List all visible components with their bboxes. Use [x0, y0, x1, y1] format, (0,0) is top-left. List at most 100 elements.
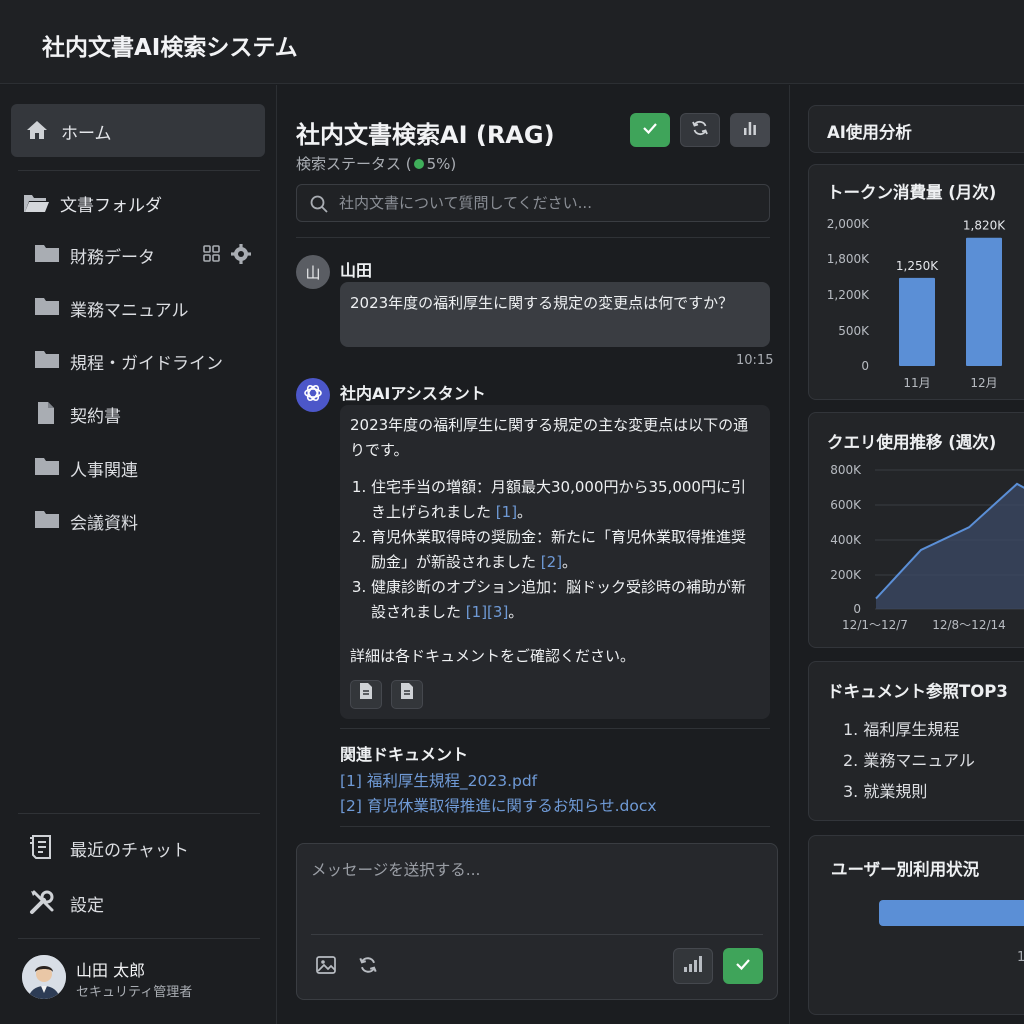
send-button[interactable]: [723, 948, 763, 984]
x-tick-label: 11月: [903, 376, 930, 390]
search-status: 検索ステータス ( 5%): [296, 153, 456, 174]
sidebar-item-manual[interactable]: 業務マニュアル: [34, 293, 264, 321]
sidebar-item-label: 規程・ガイドライン: [70, 354, 223, 374]
item-tail: 。: [508, 603, 524, 621]
top-bar: 社内文書AI検索システム: [0, 0, 1024, 84]
status-label: 検索ステータス (: [296, 155, 412, 173]
sidebar-item-contracts[interactable]: 契約書: [34, 399, 264, 427]
token-chart-card: トークン消費量 (月次) 0 500K 1,200K 1,800K 2,000K 1,25…: [808, 164, 1024, 400]
divider: [18, 813, 260, 814]
divider: [340, 826, 770, 827]
status-dot-icon: [413, 159, 424, 169]
regenerate-button[interactable]: [353, 952, 383, 982]
analytics-title: AI使用分析: [827, 123, 912, 142]
user-usage-card: ユーザー別利用状況 1: [808, 835, 1024, 1015]
divider: [18, 170, 260, 171]
sidebar-item-label: 契約書: [70, 407, 121, 427]
status-value: 5%): [426, 155, 457, 173]
y-tick-label: 800K: [830, 463, 862, 477]
folder-icon: [34, 242, 60, 268]
refresh-icon: [357, 954, 379, 980]
related-doc-link[interactable]: [2] 育児休業取得推進に関するお知らせ.docx: [340, 794, 657, 816]
signal-button[interactable]: [673, 948, 713, 984]
sidebar-item-label: ホーム: [61, 124, 112, 144]
ai-outro: 詳細は各ドキュメントをご確認ください。: [350, 647, 636, 665]
refresh-icon: [690, 118, 710, 142]
analytics-panel: AI使用分析 トークン消費量 (月次) 0 500K 1,200K 1,800K 2,0…: [791, 85, 1024, 1024]
sidebar: ホーム 文書フォルダ 財務データ 業務マニュアル 規程・ガイドライン 契約書 人…: [0, 85, 277, 1024]
sidebar-item-label: 文書フォルダ: [60, 196, 162, 216]
related-doc-link[interactable]: [1] 福利厚生規程_2023.pdf: [340, 769, 537, 791]
bar: [899, 277, 935, 366]
check-icon: [733, 954, 753, 978]
search-field[interactable]: [296, 184, 770, 222]
sidebar-item-label: 財務データ: [70, 248, 155, 268]
attach-image-button[interactable]: [311, 952, 341, 982]
file-icon: [34, 401, 60, 429]
message-input[interactable]: [311, 858, 761, 918]
ai-avatar: [296, 378, 330, 412]
refresh-button[interactable]: [680, 113, 720, 147]
token-bar-chart: 0 500K 1,200K 1,800K 2,000K 1,250K 11月 1,820K 12…: [827, 217, 1006, 390]
data-label: 1,250K: [896, 259, 939, 273]
document-icon: [358, 682, 374, 708]
list-item: 住宅手当の増額：月額最大30,000円から35,000円に引き上げられました […: [371, 475, 760, 525]
document-icon: [399, 682, 415, 708]
citation-link[interactable]: [2]: [541, 553, 562, 571]
user-role: セキュリティ管理者: [76, 985, 193, 1000]
user-usage-bar: [879, 900, 1024, 926]
sidebar-item-finance[interactable]: 財務データ: [34, 240, 264, 268]
top3-title: ドキュメント参照TOP3: [827, 682, 1008, 701]
sidebar-item-settings[interactable]: 設定: [28, 887, 258, 917]
y-tick-label: 0: [853, 602, 861, 616]
confirm-button[interactable]: [630, 113, 670, 147]
chat-title: 社内文書検索AI (RAG): [296, 121, 555, 149]
sidebar-item-rules[interactable]: 規程・ガイドライン: [34, 346, 264, 374]
citation-link[interactable]: [1][3]: [466, 603, 509, 621]
ai-message-bubble: 2023年度の福利厚生に関する規定の主な変更点は以下の通りです。 住宅手当の増額…: [340, 405, 770, 719]
user-avatar: 山: [296, 255, 330, 289]
query-chart-card: クエリ使用推移 (週次) 0 200K 400K 600K 800K 12/1〜12/7 1…: [808, 412, 1024, 648]
folder-icon: [34, 455, 60, 481]
analytics-header-card: AI使用分析: [808, 105, 1024, 153]
user-profile[interactable]: 山田 太郎 セキュリティ管理者: [22, 955, 262, 1011]
home-icon: [25, 118, 49, 146]
citation-link[interactable]: [1]: [496, 503, 517, 521]
search-icon: [309, 194, 329, 218]
signal-bars-icon: [682, 955, 704, 977]
query-area-chart: 0 200K 400K 600K 800K 12/1〜12/7 12/8〜12/14: [830, 463, 1024, 632]
document-chip[interactable]: [350, 680, 382, 709]
item-tail: 。: [562, 553, 578, 571]
user-usage-tick: 1: [1017, 950, 1024, 965]
sidebar-item-label: 最近のチャット: [70, 841, 189, 861]
message-timestamp: 10:15: [736, 353, 774, 368]
y-tick-label: 600K: [830, 498, 862, 512]
sidebar-item-hr[interactable]: 人事関連: [34, 453, 264, 481]
sidebar-item-label: 設定: [70, 896, 104, 916]
sidebar-item-label: 人事関連: [70, 461, 138, 481]
search-input[interactable]: [339, 191, 759, 215]
top3-item[interactable]: 3. 就業規則: [843, 778, 927, 802]
ai-logo-icon: [302, 382, 324, 408]
divider: [311, 934, 763, 935]
sidebar-item-home[interactable]: ホーム: [11, 104, 265, 157]
chat-history-icon: [28, 833, 56, 865]
folder-actions: [202, 243, 252, 269]
folder-icon: [34, 295, 60, 321]
sidebar-item-meetings[interactable]: 会議資料: [34, 506, 264, 534]
top3-item[interactable]: 1. 福利厚生規程: [843, 716, 959, 740]
top3-item[interactable]: 2. 業務マニュアル: [843, 747, 975, 771]
check-icon: [640, 118, 660, 142]
folder-open-icon: [22, 191, 50, 219]
related-docs-title: 関連ドキュメント: [340, 745, 469, 764]
document-chip[interactable]: [391, 680, 423, 709]
stats-button[interactable]: [730, 113, 770, 147]
item-text: 健康診断のオプション追加：脳ドック受診時の補助が新設されました: [371, 578, 747, 621]
top3-card: ドキュメント参照TOP3 1. 福利厚生規程 2. 業務マニュアル 3. 就業規…: [808, 661, 1024, 821]
series-area: [876, 483, 1024, 609]
divider: [18, 938, 260, 939]
app-title: 社内文書AI検索システム: [42, 35, 298, 61]
gear-icon: [231, 244, 251, 264]
sidebar-item-recent-chats[interactable]: 最近のチャット: [28, 832, 258, 862]
chat-panel: 社内文書検索AI (RAG) 検索ステータス (5%) 山 山田 2023年度の…: [278, 85, 790, 1024]
